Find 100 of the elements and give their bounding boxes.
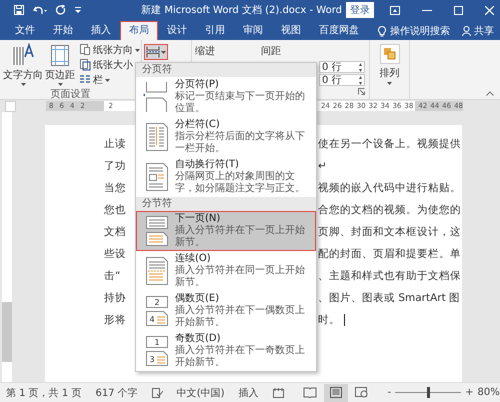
document-text: 些设 bbox=[104, 247, 125, 261]
ribbon-button[interactable]: 页边距 bbox=[45, 43, 75, 87]
document-text: 您也 bbox=[104, 203, 125, 217]
dialog-launcher-icon[interactable] bbox=[358, 88, 365, 95]
menu-section-heading: 分页符 bbox=[136, 63, 316, 77]
text-cursor bbox=[344, 314, 345, 326]
undo-icon[interactable] bbox=[33, 5, 47, 15]
ribbon-tab[interactable]: 审阅 bbox=[234, 21, 272, 40]
continuous-icon bbox=[143, 256, 169, 286]
caret-icon bbox=[161, 50, 166, 54]
language-indicator[interactable]: 中文(中国) bbox=[176, 386, 225, 400]
menu-item[interactable]: 下一页(N) 插入分节符并在下一页上开始新节。 bbox=[136, 211, 316, 251]
redo-icon[interactable] bbox=[56, 5, 66, 15]
menu-item-title: 连续(O) bbox=[175, 253, 212, 264]
document-text: 、图片、图表或 SmartArt 图 bbox=[318, 291, 460, 305]
maximize-icon[interactable] bbox=[454, 6, 463, 14]
menu-item[interactable]: 1 3 奇数页(D) 插入分节符并在下一奇数页上开始新节。 bbox=[136, 331, 316, 371]
document-text: 配的封面、页眉和提要栏。单 bbox=[318, 247, 461, 261]
caret-icon bbox=[58, 83, 62, 86]
ribbon-tab[interactable]: 百度网盘 bbox=[310, 21, 368, 40]
menu-item-title: 偶数页(E) bbox=[175, 293, 220, 304]
macro-icon[interactable] bbox=[272, 388, 284, 398]
group-label: 页面设置 bbox=[50, 88, 92, 101]
menu-item[interactable]: 连续(O) 插入分节符并在同一页上开始新节。 bbox=[136, 251, 316, 291]
menu-item-description: 插入分节符并在下一页上开始新节。 bbox=[175, 225, 306, 249]
zoom-out-button[interactable]: - bbox=[388, 387, 392, 398]
document-text: ↵ bbox=[318, 160, 327, 172]
document-text: 当您 bbox=[104, 181, 125, 195]
login-button[interactable]: 登录 bbox=[346, 2, 374, 18]
document-text: 页脚、封面和文本框设计，这 bbox=[318, 225, 461, 239]
ribbon-button[interactable]: 纸张方向 bbox=[79, 43, 140, 57]
ribbon-tab[interactable]: 文件 bbox=[6, 21, 44, 40]
zoom-level[interactable]: 80% bbox=[478, 387, 500, 398]
menu-item[interactable]: 2 4 偶数页(E) 插入分节符并在下一偶数页上开始新节。 bbox=[136, 291, 316, 331]
margins-icon bbox=[48, 43, 72, 67]
menu-section-heading: 分节符 bbox=[136, 197, 316, 211]
person-icon bbox=[462, 26, 471, 36]
menu-item-description: 插入分节符并在下一奇数页上开始新节。 bbox=[175, 345, 306, 369]
print-view-icon bbox=[328, 387, 343, 398]
document-text: 了功 bbox=[104, 159, 125, 173]
word-count[interactable]: 617 个字 bbox=[95, 386, 138, 400]
menu-item-description: 插入分节符并在下一偶数页上开始新节。 bbox=[175, 305, 306, 329]
size-icon bbox=[79, 59, 91, 71]
caret-icon bbox=[20, 83, 26, 86]
menu-item-title: 奇数页(D) bbox=[175, 333, 222, 344]
zoom-in-button[interactable]: + bbox=[465, 387, 474, 398]
menu-item-title: 分页符(P) bbox=[175, 79, 220, 90]
text-direction-icon bbox=[11, 43, 35, 67]
close-icon[interactable] bbox=[485, 6, 494, 14]
arrange-icon bbox=[380, 44, 400, 64]
breaks-button[interactable] bbox=[144, 44, 168, 60]
document-text: 合您的文档的视频。为使您的 bbox=[318, 203, 461, 217]
ribbon-tab[interactable]: 开始 bbox=[44, 21, 82, 40]
document-text: 止读 bbox=[104, 137, 125, 151]
save-icon[interactable] bbox=[14, 5, 24, 15]
page-count[interactable]: 第 1 页，共 1 页 bbox=[6, 386, 82, 400]
proofing-icon[interactable] bbox=[152, 388, 163, 398]
page-break-icon bbox=[146, 46, 160, 58]
share-button[interactable]: 共享 bbox=[474, 24, 494, 38]
document-text: 使在另一个设备上。视频提供 bbox=[318, 137, 461, 151]
menu-item[interactable]: 分栏符(C) 指示分栏符后面的文字将从下一栏开始。 bbox=[136, 117, 316, 157]
collapse-ribbon-icon[interactable] bbox=[486, 91, 494, 96]
insert-mode[interactable]: 插入 bbox=[238, 386, 259, 400]
ribbon-tab[interactable]: 引用 bbox=[196, 21, 234, 40]
ribbon-tab[interactable]: 插入 bbox=[82, 21, 120, 40]
ribbon-button[interactable]: 文字方向 bbox=[3, 43, 43, 87]
ribbon-tab[interactable]: 布局 bbox=[120, 21, 158, 40]
arrange-button[interactable]: 排列 bbox=[380, 44, 400, 85]
ribbon-tab[interactable]: 设计 bbox=[158, 21, 196, 40]
window-title: 新建 Microsoft Word 文档 (2).docx - Word bbox=[141, 4, 342, 17]
search-field[interactable]: 操作说明搜索 bbox=[390, 24, 450, 38]
document-text: 时。 bbox=[318, 313, 340, 327]
view-button[interactable] bbox=[324, 384, 348, 402]
document-text: 击“ bbox=[104, 269, 122, 283]
orientation-icon bbox=[79, 44, 91, 56]
caret-icon bbox=[105, 78, 110, 82]
spinner-icon[interactable] bbox=[359, 62, 362, 72]
spinner-icon[interactable] bbox=[359, 76, 362, 84]
document-text: 持协 bbox=[104, 291, 125, 305]
page-break-icon bbox=[143, 82, 169, 112]
caret-icon bbox=[135, 48, 140, 52]
column-icon bbox=[143, 122, 169, 152]
ribbon-display-icon[interactable] bbox=[390, 6, 400, 14]
customize-icon[interactable] bbox=[75, 7, 81, 13]
read-view-icon bbox=[302, 387, 317, 398]
menu-item[interactable]: 自动换行符(T) 分隔网页上的对象周围的文字，如分隔题注文字与正文。 bbox=[136, 157, 316, 197]
caret-icon bbox=[387, 82, 392, 85]
document-text: 形将 bbox=[104, 313, 125, 327]
document-text: 视频的嵌入代码中进行粘贴。 bbox=[318, 181, 461, 195]
ribbon-tab[interactable]: 视图 bbox=[272, 21, 310, 40]
menu-item-description: 插入分节符并在同一页上开始新节。 bbox=[175, 265, 306, 289]
spacing-field[interactable]: 0 行 bbox=[319, 61, 365, 73]
slider-thumb[interactable] bbox=[427, 387, 430, 398]
text-wrap-icon bbox=[143, 162, 169, 192]
spacing-field[interactable]: 0 行 bbox=[319, 74, 365, 86]
menu-item-description: 分隔网页上的对象周围的文字，如分隔题注文字与正文。 bbox=[175, 171, 306, 195]
lightbulb-icon bbox=[378, 26, 386, 36]
spacing-label: 间距 bbox=[261, 45, 281, 58]
menu-item-title: 分栏符(C) bbox=[175, 119, 221, 130]
indent-label: 缩进 bbox=[195, 44, 215, 58]
